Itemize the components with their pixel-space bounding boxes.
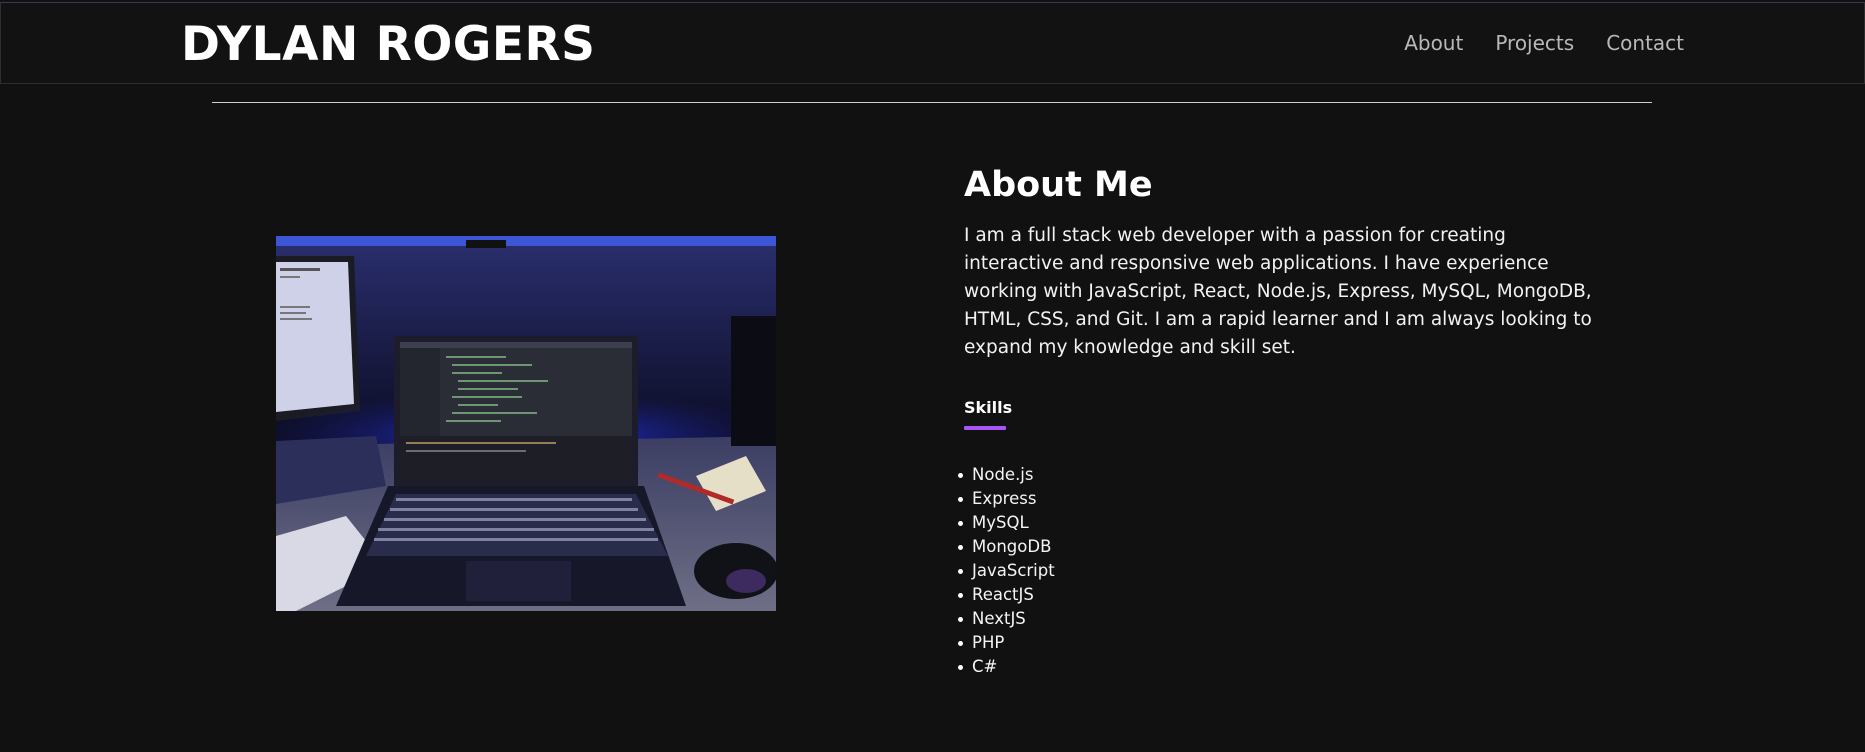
- skills-underline: [964, 426, 1006, 430]
- list-item: PHP: [958, 631, 1055, 655]
- skills-title: Skills: [964, 398, 1013, 417]
- main-nav: About Projects Contact: [1404, 33, 1684, 53]
- site-header: DYLAN ROGERS About Projects Contact: [0, 2, 1865, 84]
- nav-contact[interactable]: Contact: [1606, 33, 1684, 53]
- nav-about[interactable]: About: [1404, 33, 1463, 53]
- section-divider: [212, 102, 1652, 103]
- about-paragraph: I am a full stack web developer with a p…: [964, 225, 1592, 358]
- workspace-photo: [276, 236, 776, 611]
- nav-projects[interactable]: Projects: [1495, 33, 1574, 53]
- list-item: C#: [958, 655, 1055, 679]
- list-item: ReactJS: [958, 583, 1055, 607]
- list-item: MySQL: [958, 511, 1055, 535]
- list-item: MongoDB: [958, 535, 1055, 559]
- list-item: JavaScript: [958, 559, 1055, 583]
- skills-list: Node.js Express MySQL MongoDB JavaScript…: [958, 463, 1055, 679]
- list-item: Node.js: [958, 463, 1055, 487]
- list-item: Express: [958, 487, 1055, 511]
- list-item: NextJS: [958, 607, 1055, 631]
- about-title: About Me: [964, 165, 1153, 205]
- brand-title[interactable]: DYLAN ROGERS: [181, 21, 596, 68]
